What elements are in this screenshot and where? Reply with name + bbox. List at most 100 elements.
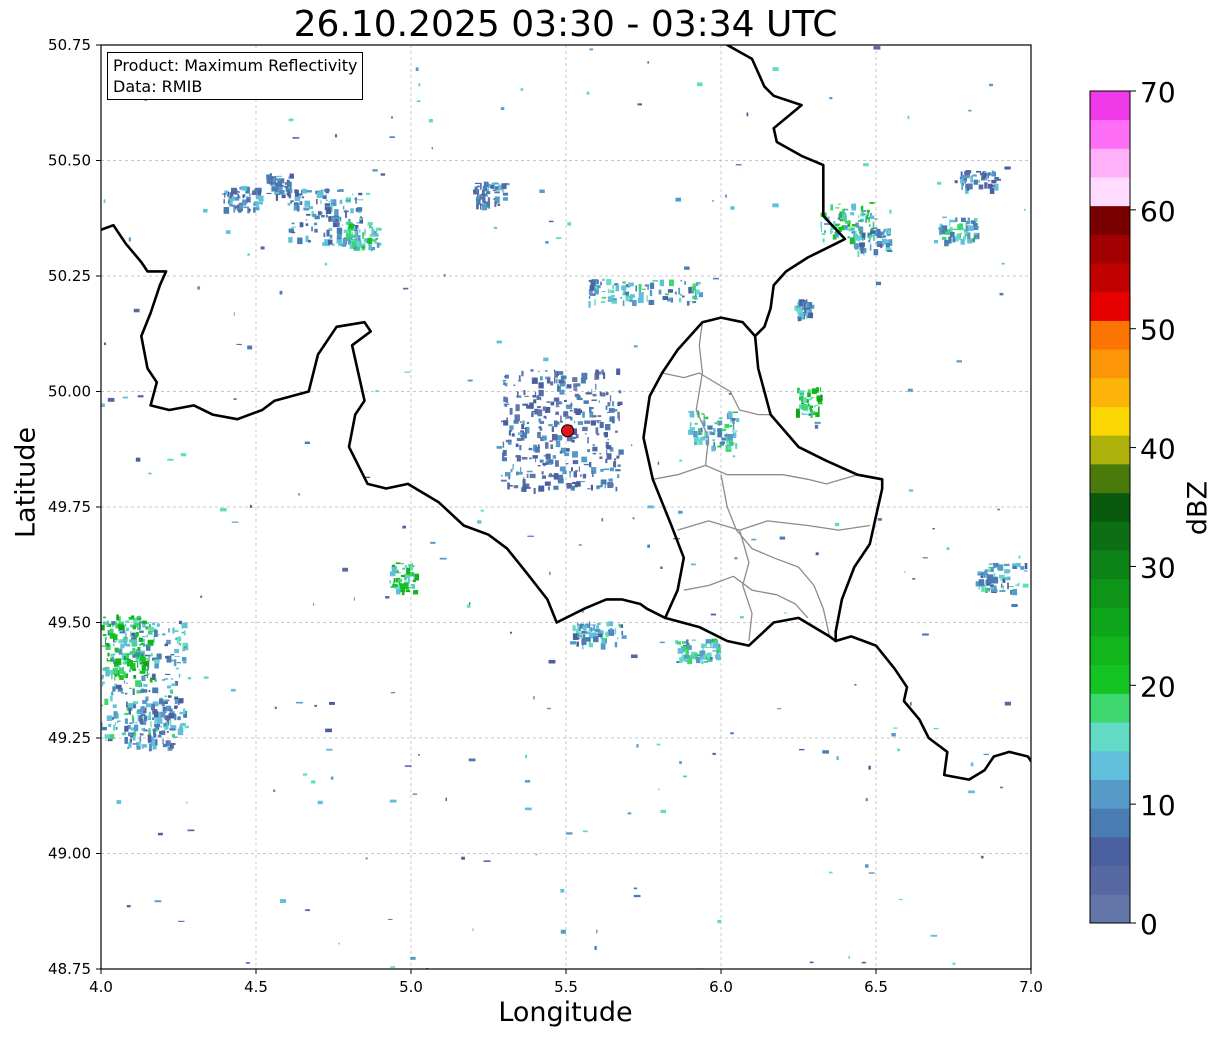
echo-pixel — [687, 657, 693, 665]
echo-pixel — [609, 395, 612, 402]
echo-pixel — [260, 246, 265, 250]
echo-pixel — [169, 720, 172, 726]
echo-pixel — [148, 711, 152, 719]
echo-pixel — [160, 725, 162, 728]
echo-pixel — [162, 743, 168, 748]
echo-pixel — [578, 466, 580, 472]
echo-pixel — [522, 403, 529, 406]
echo-cluster — [389, 562, 420, 596]
echo-pixel — [855, 222, 859, 228]
echo-pixel — [132, 743, 138, 745]
echo-pixel — [615, 469, 621, 472]
echo-pixel — [477, 520, 482, 524]
echo-pixel — [169, 711, 175, 714]
echo-pixel — [523, 435, 525, 439]
echo-pixel — [660, 809, 666, 814]
echo-pixel — [635, 285, 638, 292]
echo-pixel — [473, 189, 476, 193]
echo-pixel — [607, 289, 610, 294]
echo-pixel — [145, 729, 148, 732]
echo-pixel — [140, 643, 145, 646]
echo-pixel — [724, 434, 726, 437]
echo-pixel — [226, 230, 231, 234]
echo-pixel — [299, 222, 303, 228]
echo-pixel — [862, 250, 865, 254]
echo-pixel — [630, 654, 638, 659]
echo-pixel — [139, 644, 142, 646]
echo-pixel — [356, 222, 361, 224]
colorbar-swatch — [1090, 492, 1130, 522]
echo-cluster — [851, 227, 893, 257]
echo-pixel — [274, 191, 280, 194]
echo-pixel — [614, 628, 617, 635]
echo-pixel — [273, 789, 276, 792]
colorbar-swatch — [1090, 91, 1130, 121]
echo-pixel — [122, 671, 126, 678]
echo-pixel — [271, 186, 277, 192]
colorbar-swatch — [1090, 607, 1130, 637]
echo-pixel — [973, 237, 975, 242]
echo-pixel — [554, 376, 556, 384]
echo-pixel — [219, 507, 227, 512]
echo-pixel — [389, 799, 397, 803]
echo-pixel — [247, 345, 253, 350]
echo-pixel — [607, 296, 614, 302]
echo-pixel — [541, 475, 547, 479]
echo-pixel — [851, 204, 854, 208]
echo-pixel — [336, 227, 343, 235]
echo-pixel — [696, 82, 703, 87]
echo-pixel — [146, 634, 148, 638]
echo-pixel — [510, 469, 513, 473]
colorbar-swatch — [1090, 406, 1130, 436]
echo-pixel — [559, 450, 563, 454]
echo-pixel — [868, 239, 871, 243]
echo-pixel — [960, 239, 965, 245]
echo-pixel — [999, 590, 1006, 592]
echo-pixel — [821, 228, 823, 233]
echo-pixel — [396, 577, 401, 580]
echo-pixel — [372, 169, 378, 172]
y-tick-label: 49.50 — [48, 614, 91, 632]
echo-pixel — [1007, 582, 1009, 590]
echo-pixel — [553, 473, 559, 480]
echo-pixel — [688, 429, 694, 435]
echo-pixel — [553, 485, 559, 490]
echo-pixel — [807, 301, 809, 309]
echo-pixel — [490, 185, 494, 189]
echo-pixel — [535, 853, 538, 856]
echo-pixel — [276, 175, 282, 178]
echo-pixel — [553, 420, 558, 428]
echo-pixel — [799, 396, 801, 401]
echo-pixel — [680, 293, 682, 296]
echo-pixel — [324, 262, 328, 266]
echo-pixel — [711, 445, 716, 452]
echo-pixel — [545, 240, 549, 244]
echo-pixel — [165, 709, 167, 714]
echo-pixel — [551, 426, 555, 433]
echo-pixel — [550, 381, 554, 386]
echo-pixel — [995, 178, 1002, 181]
echo-pixel — [732, 411, 738, 414]
echo-pixel — [124, 718, 128, 724]
echo-pixel — [303, 207, 310, 211]
echo-pixel — [600, 642, 606, 650]
echo-pixel — [647, 505, 654, 509]
echo-pixel — [168, 713, 175, 719]
echo-pixel — [169, 690, 172, 692]
echo-pixel — [606, 445, 612, 450]
echo-pixel — [600, 281, 602, 286]
echo-pixel — [647, 284, 649, 290]
echo-pixel — [609, 467, 614, 472]
echo-pixel — [500, 107, 505, 110]
echo-pixel — [978, 587, 980, 590]
echo-pixel — [168, 709, 172, 711]
echo-pixel — [811, 397, 814, 399]
colorbar-tick-label: 10 — [1140, 789, 1176, 822]
echo-pixel — [112, 704, 117, 708]
echo-pixel — [537, 465, 541, 467]
echo-pixel — [118, 673, 120, 678]
echo-pixel — [600, 468, 604, 472]
echo-pixel — [570, 467, 573, 472]
echo-pixel — [908, 489, 914, 492]
echo-pixel — [178, 673, 181, 678]
